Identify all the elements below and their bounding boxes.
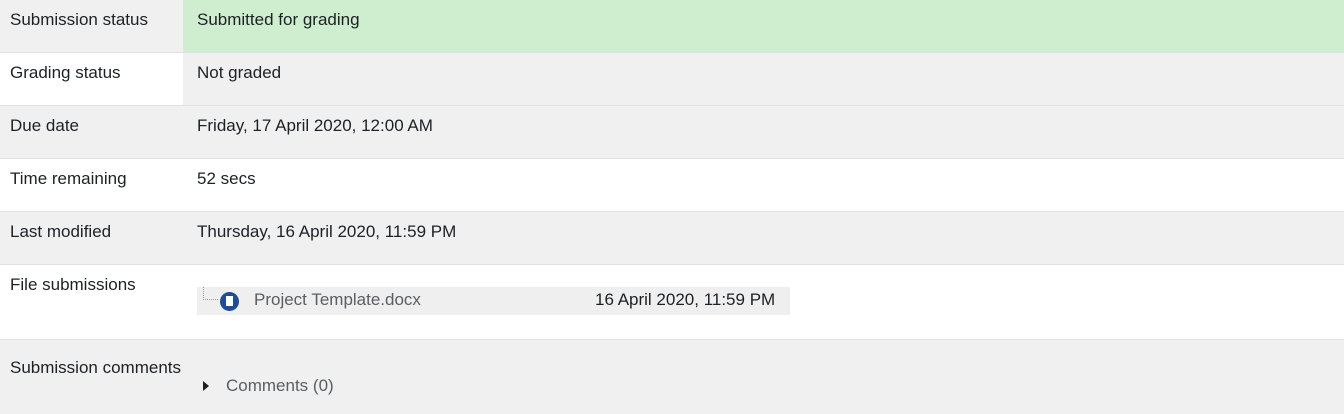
label-time-remaining: Time remaining bbox=[10, 169, 127, 188]
label-submission-comments: Submission comments bbox=[0, 339, 183, 414]
label-grading-status: Grading status bbox=[10, 63, 121, 82]
comments-toggle[interactable]: Comments (0) bbox=[197, 376, 1344, 396]
label-file-submissions: File submissions bbox=[10, 275, 136, 294]
row-time-remaining: Time remaining 52 secs bbox=[0, 159, 1344, 212]
value-grading-status: Not graded bbox=[183, 52, 1344, 106]
value-submission-status: Submitted for grading bbox=[183, 0, 1344, 53]
row-grading-status: Grading status Not graded bbox=[0, 52, 1344, 106]
file-link[interactable]: Project Template.docx bbox=[254, 290, 421, 310]
tree-connector bbox=[203, 287, 218, 300]
caret-right-icon bbox=[203, 381, 209, 391]
label-due-date: Due date bbox=[0, 105, 183, 159]
submission-status-table: Submission status Submitted for grading … bbox=[0, 0, 1344, 414]
comments-label: Comments (0) bbox=[226, 376, 334, 395]
value-file-submissions: Project Template.docx 16 April 2020, 11:… bbox=[183, 265, 1344, 340]
row-file-submissions: File submissions Project Template.docx 1… bbox=[0, 265, 1344, 340]
row-submission-comments: Submission comments Comments (0) bbox=[0, 339, 1344, 414]
label-last-modified: Last modified bbox=[0, 211, 183, 265]
label-submission-status: Submission status bbox=[0, 0, 183, 53]
value-time-remaining: 52 secs bbox=[197, 169, 256, 188]
value-last-modified: Thursday, 16 April 2020, 11:59 PM bbox=[183, 211, 1344, 265]
value-submission-comments: Comments (0) bbox=[183, 339, 1344, 414]
value-due-date: Friday, 17 April 2020, 12:00 AM bbox=[183, 105, 1344, 159]
row-last-modified: Last modified Thursday, 16 April 2020, 1… bbox=[0, 211, 1344, 265]
row-submission-status: Submission status Submitted for grading bbox=[0, 0, 1344, 53]
file-date: 16 April 2020, 11:59 PM bbox=[595, 290, 776, 309]
document-icon bbox=[220, 292, 239, 311]
file-entry: Project Template.docx 16 April 2020, 11:… bbox=[197, 287, 790, 315]
row-due-date: Due date Friday, 17 April 2020, 12:00 AM bbox=[0, 105, 1344, 159]
